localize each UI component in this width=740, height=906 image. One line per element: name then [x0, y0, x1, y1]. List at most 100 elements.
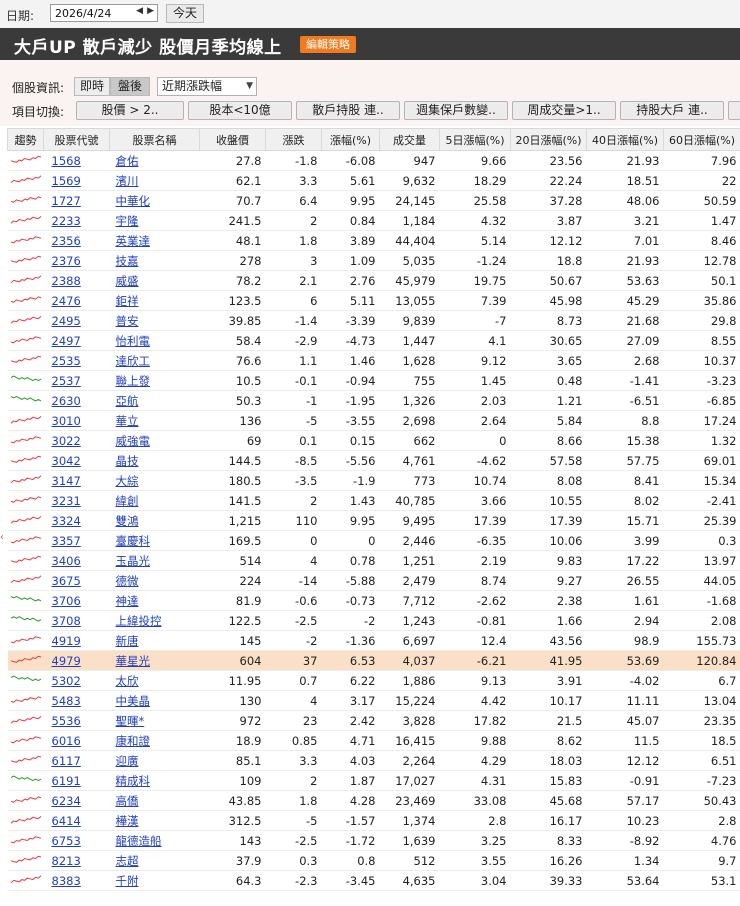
table-row[interactable]: 8213 志超 37.9 0.3 0.8 512 3.55 16.26 1.34 9.7: [7, 850, 740, 871]
col-close[interactable]: 收盤價: [199, 128, 266, 151]
stock-name-link[interactable]: 太欣: [116, 674, 139, 688]
stock-name-link[interactable]: 聖暉*: [116, 714, 145, 728]
stock-code-link[interactable]: 1727: [52, 194, 81, 208]
stock-code-link[interactable]: 2535: [52, 354, 81, 368]
table-row[interactable]: 5302 太欣 11.95 0.7 6.22 1,886 9.13 3.91 -4.02 6.7: [7, 670, 740, 691]
stock-code-link[interactable]: 6414: [52, 814, 81, 828]
prev-date-arrow-icon[interactable]: ◀: [136, 6, 143, 16]
realtime-toggle[interactable]: 即時: [74, 77, 110, 96]
table-row[interactable]: 2376 技嘉 278 3 1.09 5,035 -1.24 18.8 21.93 12.78: [7, 250, 740, 271]
collapse-arrow-icon[interactable]: ‹: [0, 532, 4, 543]
table-row[interactable]: 2497 怡利電 58.4 -2.9 -4.73 1,447 4.1 30.65 27.09 8.…: [7, 330, 740, 351]
stock-name-link[interactable]: 德微: [116, 574, 139, 588]
stock-code-link[interactable]: 6753: [52, 834, 81, 848]
table-row[interactable]: 3010 華立 136 -5 -3.55 2,698 2.64 5.84 8.8 17.24: [7, 410, 740, 431]
stock-code-link[interactable]: 2495: [52, 314, 81, 328]
table-row[interactable]: 3147 大綜 180.5 -3.5 -1.9 773 10.74 8.08 8.41 15.34: [7, 470, 740, 491]
table-row[interactable]: 4979 華星光 604 37 6.53 4,037 -6.21 41.95 53.69 120.…: [7, 650, 740, 671]
stock-code-link[interactable]: 2356: [52, 234, 81, 248]
filter-more-button[interactable]: [728, 101, 740, 120]
table-row[interactable]: 6414 樺漢 312.5 -5 -1.57 1,374 2.8 16.17 10.23 2.8: [7, 810, 740, 831]
table-row[interactable]: 2630 亞航 50.3 -1 -1.95 1,326 2.03 1.21 -6.51 -6.85: [7, 390, 740, 411]
table-row[interactable]: 6234 高僑 43.85 1.8 4.28 23,469 33.08 45.68 57.17 5…: [7, 790, 740, 811]
stock-code-link[interactable]: 3010: [52, 414, 81, 428]
stock-code-link[interactable]: 2376: [52, 254, 81, 268]
stock-name-link[interactable]: 精成科: [116, 774, 151, 788]
stock-code-link[interactable]: 4979: [52, 654, 81, 668]
stock-name-link[interactable]: 中華化: [116, 194, 151, 208]
stock-name-link[interactable]: 千附: [116, 874, 139, 888]
col-volume[interactable]: 成交量: [379, 128, 440, 151]
stock-code-link[interactable]: 2233: [52, 214, 81, 228]
table-row[interactable]: 3675 德微 224 -14 -5.88 2,479 8.74 9.27 26.55 44.05: [7, 570, 740, 591]
filter-price-button[interactable]: 股價 > 2..: [76, 101, 184, 120]
stock-code-link[interactable]: 6234: [52, 794, 81, 808]
stock-code-link[interactable]: 2630: [52, 394, 81, 408]
afterhours-toggle[interactable]: 盤後: [110, 77, 150, 96]
stock-name-link[interactable]: 濱川: [116, 174, 139, 188]
table-row[interactable]: 3706 神達 81.9 -0.6 -0.73 7,712 -2.62 2.38 1.61 -1.…: [7, 590, 740, 611]
period-change-select[interactable]: 近期漲跌幅 ▼: [157, 77, 257, 96]
stock-name-link[interactable]: 迎廣: [116, 754, 139, 768]
table-row[interactable]: 4919 新唐 145 -2 -1.36 6,697 12.4 43.56 98.9 155.73: [7, 630, 740, 651]
stock-name-link[interactable]: 神達: [116, 594, 139, 608]
table-row[interactable]: 1727 中華化 70.7 6.4 9.95 24,145 25.58 37.28 48.06 5…: [7, 190, 740, 211]
filter-retail-holding-button[interactable]: 散戶持股 連..: [296, 101, 400, 120]
stock-name-link[interactable]: 上緯投控: [116, 614, 162, 628]
today-button[interactable]: 今天: [166, 4, 204, 23]
col-60d[interactable]: 60日漲幅(%): [663, 128, 740, 151]
table-row[interactable]: 2233 宇隆 241.5 2 0.84 1,184 4.32 3.87 3.21 1.47: [7, 210, 740, 231]
stock-code-link[interactable]: 8383: [52, 874, 81, 888]
stock-code-link[interactable]: 6016: [52, 734, 81, 748]
stock-code-link[interactable]: 5536: [52, 714, 81, 728]
stock-name-link[interactable]: 倉佑: [116, 154, 139, 168]
stock-name-link[interactable]: 新唐: [116, 634, 139, 648]
stock-code-link[interactable]: 3675: [52, 574, 81, 588]
stock-name-link[interactable]: 亞航: [116, 394, 139, 408]
stock-code-link[interactable]: 3357: [52, 534, 81, 548]
col-40d[interactable]: 40日漲幅(%): [586, 128, 664, 151]
table-row[interactable]: 2388 威盛 78.2 2.1 2.76 45,979 19.75 50.67 53.63 50…: [7, 270, 740, 291]
table-row[interactable]: 2535 達欣工 76.6 1.1 1.46 1,628 9.12 3.65 2.68 10.37: [7, 350, 740, 371]
table-row[interactable]: 3406 玉晶光 514 4 0.78 1,251 2.19 9.83 17.22 13.97: [7, 550, 740, 571]
stock-name-link[interactable]: 康和證: [116, 734, 151, 748]
table-row[interactable]: 3708 上緯投控 122.5 -2.5 -2 1,243 -0.81 1.66 2.94 2.0…: [7, 610, 740, 631]
stock-name-link[interactable]: 晶技: [116, 454, 139, 468]
table-row[interactable]: 2356 英業達 48.1 1.8 3.89 44,404 5.14 12.12 7.01 8.4…: [7, 230, 740, 251]
date-input[interactable]: 2026/4/24 ◀ ▶: [50, 4, 158, 22]
table-row[interactable]: 3324 雙鴻 1,215 110 9.95 9,495 17.39 17.39 15.71 25…: [7, 510, 740, 531]
table-row[interactable]: 6191 精成科 109 2 1.87 17,027 4.31 15.83 -0.91 -7.23: [7, 770, 740, 791]
stock-code-link[interactable]: 6117: [52, 754, 81, 768]
next-date-arrow-icon[interactable]: ▶: [147, 6, 154, 16]
stock-code-link[interactable]: 3324: [52, 514, 81, 528]
stock-name-link[interactable]: 宇隆: [116, 214, 139, 228]
col-trend[interactable]: 趨勢: [7, 128, 44, 151]
filter-capital-button[interactable]: 股本<10億: [188, 101, 292, 120]
table-row[interactable]: 2495 普安 39.85 -1.4 -3.39 9,839 -7 8.73 21.68 29.8: [7, 310, 740, 331]
stock-name-link[interactable]: 華立: [116, 414, 139, 428]
stock-name-link[interactable]: 技嘉: [116, 254, 139, 268]
table-row[interactable]: 2476 鉅祥 123.5 6 5.11 13,055 7.39 45.98 45.29 35.8…: [7, 290, 740, 311]
stock-name-link[interactable]: 威盛: [116, 274, 139, 288]
col-name[interactable]: 股票名稱: [109, 128, 200, 151]
stock-code-link[interactable]: 3406: [52, 554, 81, 568]
table-row[interactable]: 3357 臺慶科 169.5 0 0 2,446 -6.35 10.06 3.99 0.3: [7, 530, 740, 551]
stock-code-link[interactable]: 3706: [52, 594, 81, 608]
col-5d[interactable]: 5日漲幅(%): [439, 128, 511, 151]
stock-name-link[interactable]: 緯創: [116, 494, 139, 508]
stock-name-link[interactable]: 雙鴻: [116, 514, 139, 528]
stock-code-link[interactable]: 2497: [52, 334, 81, 348]
table-row[interactable]: 1569 濱川 62.1 3.3 5.61 9,632 18.29 22.24 18.51 22: [7, 170, 740, 191]
stock-name-link[interactable]: 怡利電: [116, 334, 151, 348]
stock-name-link[interactable]: 大綜: [116, 474, 139, 488]
stock-name-link[interactable]: 高僑: [116, 794, 139, 808]
table-row[interactable]: 5483 中美晶 130 4 3.17 15,224 4.42 10.17 11.11 13.04: [7, 690, 740, 711]
stock-code-link[interactable]: 2537: [52, 374, 81, 388]
stock-name-link[interactable]: 龍德造船: [116, 834, 162, 848]
table-row[interactable]: 5536 聖暉* 972 23 2.42 3,828 17.82 21.5 45.07 23.35: [7, 710, 740, 731]
col-change-pct[interactable]: 漲幅(%): [321, 128, 380, 151]
col-code[interactable]: 股票代號: [43, 128, 110, 151]
stock-name-link[interactable]: 普安: [116, 314, 139, 328]
stock-name-link[interactable]: 聯上發: [116, 374, 151, 388]
stock-code-link[interactable]: 3708: [52, 614, 81, 628]
